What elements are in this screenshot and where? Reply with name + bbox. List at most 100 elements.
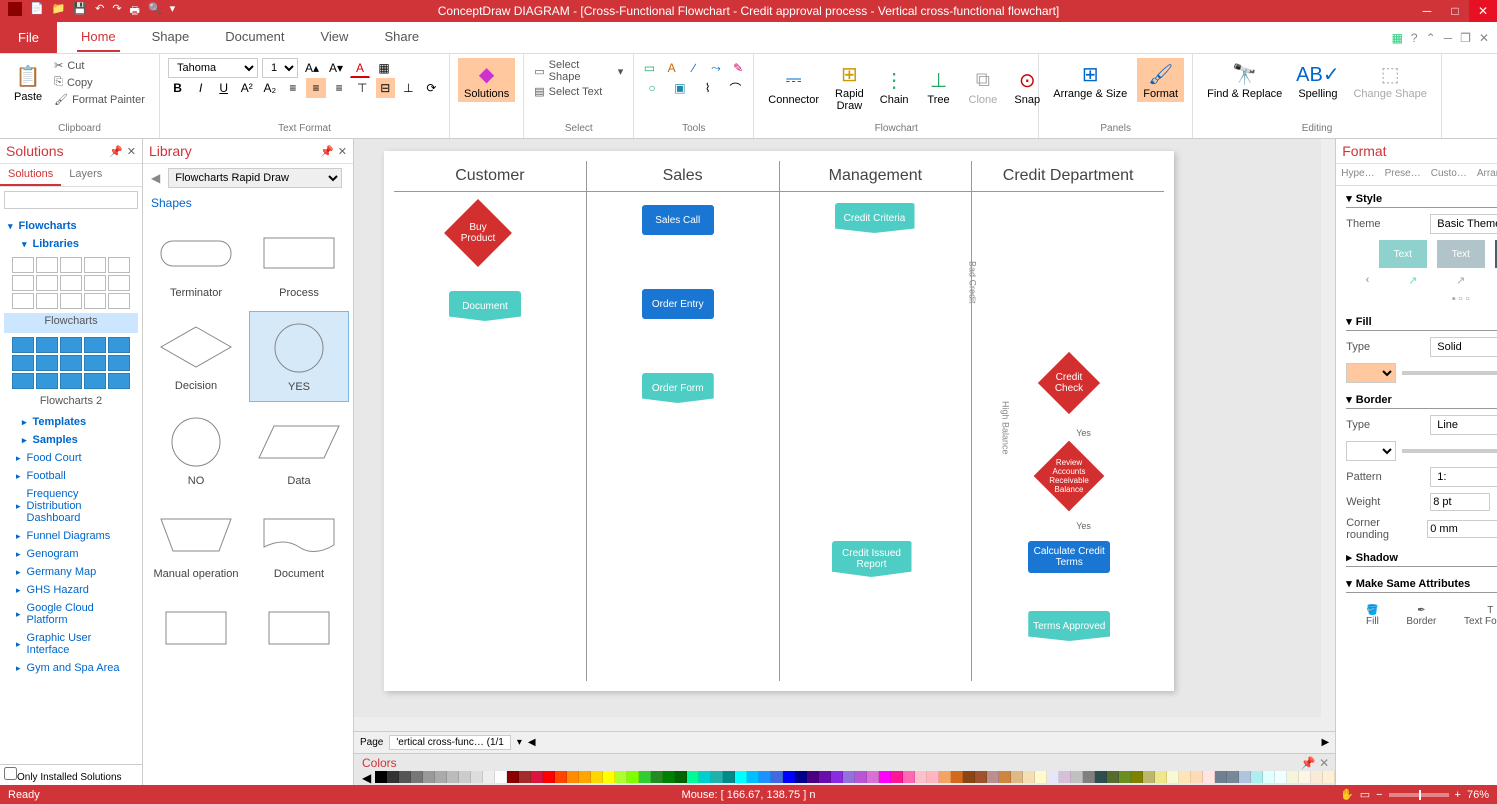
color-swatch[interactable]	[483, 771, 495, 783]
color-swatch[interactable]	[843, 771, 855, 783]
color-swatch[interactable]	[1023, 771, 1035, 783]
flowcharts-palette-label[interactable]: Flowcharts	[4, 313, 138, 333]
valign-bot-button[interactable]: ⊥	[399, 78, 418, 98]
tree-button[interactable]: ⊥Tree	[919, 64, 959, 108]
shape-process[interactable]: Process	[249, 218, 349, 307]
zoom-slider[interactable]	[1389, 793, 1449, 797]
color-swatch[interactable]	[879, 771, 891, 783]
qat-undo-icon[interactable]: ↶	[95, 2, 104, 21]
color-swatch[interactable]	[1239, 771, 1251, 783]
shape-document[interactable]: Document	[249, 499, 349, 588]
color-swatch[interactable]	[1323, 771, 1335, 783]
sol-food-court[interactable]: Food Court	[4, 449, 138, 467]
paste-button[interactable]: 📋 Paste	[8, 61, 48, 105]
color-swatch[interactable]	[747, 771, 759, 783]
color-swatch[interactable]	[1095, 771, 1107, 783]
color-swatch[interactable]	[1167, 771, 1179, 783]
copy-button[interactable]: ⎘Copy	[52, 75, 147, 90]
tool-line-icon[interactable]: ∕	[687, 58, 701, 78]
color-swatch[interactable]	[543, 771, 555, 783]
color-swatch[interactable]	[891, 771, 903, 783]
color-swatch[interactable]	[519, 771, 531, 783]
color-swatch[interactable]	[759, 771, 771, 783]
color-swatch[interactable]	[1191, 771, 1203, 783]
color-swatch[interactable]	[1155, 771, 1167, 783]
flowcharts-header[interactable]: Flowcharts	[4, 217, 138, 235]
qat-more-icon[interactable]: ▾	[170, 2, 176, 21]
shape-yes[interactable]: YES	[249, 311, 349, 402]
flowcharts2-palette-label[interactable]: Flowcharts 2	[4, 393, 138, 413]
cut-button[interactable]: ✂Cut	[52, 58, 147, 73]
color-swatch[interactable]	[1143, 771, 1155, 783]
color-swatch[interactable]	[1179, 771, 1191, 783]
window-restore-icon[interactable]: ❐	[1460, 31, 1471, 45]
select-shape-button[interactable]: ▭Select Shape ▾	[532, 58, 625, 84]
fill-header[interactable]: Fill	[1356, 316, 1372, 328]
color-swatch[interactable]	[591, 771, 603, 783]
color-swatch[interactable]	[375, 771, 387, 783]
maximize-button[interactable]: □	[1441, 0, 1469, 22]
flowcharts-palette[interactable]	[12, 257, 130, 309]
status-hand-icon[interactable]: ✋	[1340, 788, 1354, 801]
color-swatch[interactable]	[387, 771, 399, 783]
close-icon[interactable]: ✕	[1319, 756, 1329, 770]
fill-type-select[interactable]: Solid	[1430, 337, 1497, 357]
canvas-page[interactable]: Customer Buy Product Document Sales Sale…	[384, 151, 1174, 691]
fp-tab-hyperlinks[interactable]: Hype…	[1336, 164, 1379, 185]
file-menu[interactable]: File	[0, 22, 57, 53]
color-swatch[interactable]	[1287, 771, 1299, 783]
color-swatch[interactable]	[651, 771, 663, 783]
close-button[interactable]: ✕	[1469, 0, 1497, 22]
format-painter-button[interactable]: 🖌Format Painter	[52, 92, 147, 107]
shape-decision[interactable]: Decision	[147, 311, 245, 402]
pin-icon[interactable]: 📌	[109, 145, 123, 158]
color-swatch[interactable]	[471, 771, 483, 783]
shading-icon[interactable]: ▦	[374, 58, 394, 78]
libraries-header[interactable]: Libraries	[4, 235, 138, 253]
color-swatch[interactable]	[423, 771, 435, 783]
tool-connector-icon[interactable]: ⤳	[709, 58, 723, 78]
fp-tab-custom[interactable]: Custo…	[1426, 164, 1472, 185]
sol-germany[interactable]: Germany Map	[4, 563, 138, 581]
shape-no[interactable]: NO	[147, 406, 245, 495]
underline-button[interactable]: U	[214, 78, 233, 98]
color-swatch[interactable]	[855, 771, 867, 783]
sol-gcp[interactable]: Google Cloud Platform	[4, 599, 138, 629]
color-swatch[interactable]	[399, 771, 411, 783]
valign-mid-button[interactable]: ⊟	[376, 78, 395, 98]
h-scrollbar[interactable]	[354, 717, 1335, 731]
node-buy-product[interactable]: Buy Product	[444, 199, 512, 267]
v-scrollbar[interactable]	[1321, 139, 1335, 717]
color-swatch[interactable]	[711, 771, 723, 783]
bold-button[interactable]: B	[168, 78, 187, 98]
only-installed-checkbox[interactable]	[4, 767, 17, 780]
tool-ellipse-icon[interactable]: ○	[642, 78, 662, 98]
color-swatch[interactable]	[699, 771, 711, 783]
zoom-out-button[interactable]: −	[1376, 789, 1382, 801]
shape-manual-op[interactable]: Manual operation	[147, 499, 245, 588]
fill-color-select[interactable]	[1346, 363, 1396, 383]
tool-path-icon[interactable]: ⌇	[698, 78, 718, 98]
color-swatch[interactable]	[627, 771, 639, 783]
align-center-button[interactable]: ≡	[306, 78, 325, 98]
color-swatch[interactable]	[507, 771, 519, 783]
border-header[interactable]: Border	[1356, 394, 1392, 406]
color-swatch[interactable]	[951, 771, 963, 783]
font-size-select[interactable]: 11	[262, 58, 298, 78]
color-swatch[interactable]	[1047, 771, 1059, 783]
font-shrink-icon[interactable]: A▾	[326, 58, 346, 78]
arrow-style-1[interactable]: ↗	[1408, 274, 1417, 287]
pin-icon[interactable]: 📌	[1301, 756, 1316, 770]
color-swatch[interactable]	[663, 771, 675, 783]
ribbon-collapse-icon[interactable]: ⌃	[1426, 31, 1436, 45]
subscript-button[interactable]: A₂	[260, 78, 279, 98]
help-icon[interactable]: ?	[1411, 31, 1418, 45]
tool-image-icon[interactable]: ▣	[670, 78, 690, 98]
color-swatch[interactable]	[435, 771, 447, 783]
tool-rect-icon[interactable]: ▭	[642, 58, 656, 78]
color-palette[interactable]: ◀	[358, 771, 1335, 785]
node-credit-criteria[interactable]: Credit Criteria	[835, 203, 915, 233]
tool-pen-icon[interactable]: ✎	[731, 58, 745, 78]
qat-open-icon[interactable]: 📁	[52, 2, 66, 21]
fp-tab-presentation[interactable]: Prese…	[1380, 164, 1426, 185]
